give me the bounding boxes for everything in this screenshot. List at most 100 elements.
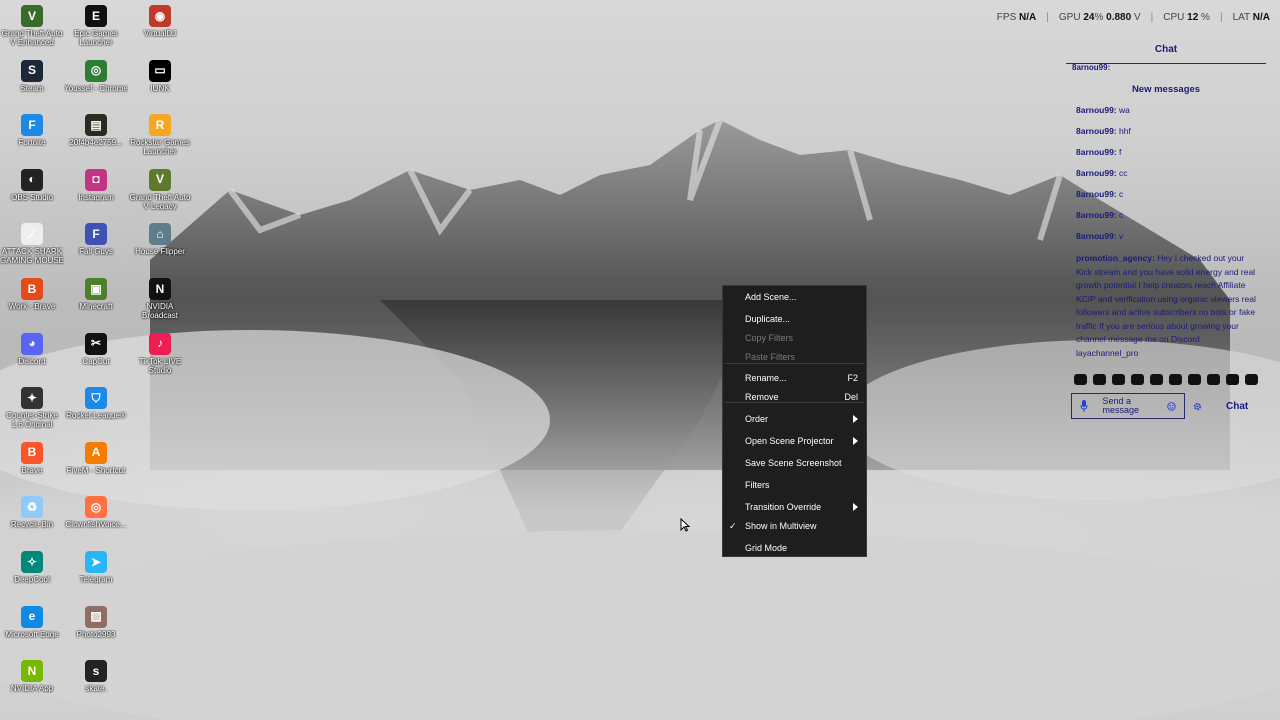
desktop-shortcut-label: Recycle Bin <box>10 520 54 530</box>
desktop-shortcut[interactable]: ➤ Telegram <box>64 551 128 584</box>
menu-item-paste-filters: Paste Filters <box>745 350 858 364</box>
menu-item-filters[interactable]: Filters <box>745 478 858 492</box>
chat-username[interactable]: 8arnou99: <box>1076 147 1117 157</box>
send-message-placeholder: Send a message <box>1102 396 1140 415</box>
desktop-shortcut-label: Minecraft <box>79 302 113 311</box>
desktop-shortcut[interactable]: F Fall Guys <box>64 223 128 256</box>
menu-item-transition-override[interactable]: Transition Override <box>745 500 858 514</box>
desktop-shortcut[interactable]: N NVIDIA App <box>0 660 64 693</box>
desktop-shortcut[interactable]: ✂ CapCut <box>64 332 128 366</box>
menu-item-duplicate[interactable]: Duplicate... <box>745 312 858 326</box>
capcut-icon: ✂ <box>85 332 107 355</box>
desktop-shortcut[interactable]: V Grand Theft Auto V Legacy <box>128 168 192 211</box>
menu-item-grid-mode[interactable]: Grid Mode <box>745 541 858 555</box>
desktop-shortcut-label: Youssef - Chrome <box>64 83 128 93</box>
emote-icon[interactable] <box>1131 374 1144 385</box>
menu-item-open-scene-projector[interactable]: Open Scene Projector <box>745 434 858 448</box>
desktop-shortcut[interactable]: A FiveM - Shortcut <box>64 441 128 475</box>
desktop-shortcut-label: NVIDIA Broadcast <box>141 302 179 320</box>
desktop-shortcut-label: NVIDIA App <box>10 684 54 694</box>
desktop-shortcut[interactable]: ◘ Instagram <box>64 168 128 202</box>
microphone-icon[interactable] <box>1080 400 1088 412</box>
fortnite-icon: F <box>21 114 43 137</box>
desktop-shortcut-label: House Flipper <box>135 247 185 257</box>
desktop-shortcut-label: ATTACK SHARK GAMING MOUSE <box>0 247 64 266</box>
emote-icon[interactable] <box>1112 374 1125 385</box>
desktop-shortcut[interactable]: ✦ Counter-Strike 1.6 Original <box>0 387 64 429</box>
desktop-shortcut[interactable]: ♪ TikTok LIVE Studio <box>128 332 192 375</box>
checkmark-icon: ✓ <box>729 520 737 531</box>
chat-username[interactable]: 8arnou99: <box>1076 231 1117 241</box>
desktop-shortcut[interactable]: e Microsoft Edge <box>0 605 64 639</box>
desktop-shortcut[interactable]: F Fortnite <box>0 114 64 147</box>
desktop-shortcut[interactable]: ◕ Discord <box>0 332 64 366</box>
emote-icon[interactable] <box>1207 374 1220 385</box>
menu-item-add-scene[interactable]: Add Scene... <box>745 290 858 304</box>
desktop-shortcut-label: 20f4b4e2759... <box>69 138 123 148</box>
emote-icon[interactable] <box>1093 374 1106 385</box>
chat-username[interactable]: 8arnou99: <box>1076 126 1117 136</box>
chat-username[interactable]: 8arnou99: <box>1076 189 1117 199</box>
menu-item-label: Add Scene... <box>745 292 797 302</box>
send-message-input[interactable]: Send a message <box>1071 393 1185 419</box>
chat-username[interactable]: promotion_agency: <box>1076 253 1155 263</box>
desktop-shortcut[interactable]: ◉ VirtualDJ <box>128 5 192 38</box>
chat-message: 8arnou99: c <box>1076 210 1266 221</box>
desktop-shortcut[interactable]: ▣ Minecraft <box>64 278 128 311</box>
menu-item-remove[interactable]: Remove Del <box>745 390 858 404</box>
desktop-shortcut[interactable]: ⌂ House Flipper <box>128 223 192 256</box>
emoji-icon[interactable] <box>1167 401 1176 411</box>
fall-guys-icon: F <box>85 223 107 246</box>
gta-icon: V <box>21 5 43 27</box>
menu-item-rename[interactable]: Rename... F2 <box>745 371 858 385</box>
chat-username[interactable]: 8arnou99: <box>1076 168 1117 178</box>
desktop-shortcut[interactable]: ◎ Youssef - Chrome <box>64 59 128 93</box>
menu-item-order[interactable]: Order <box>745 412 858 426</box>
desktop-shortcut[interactable]: B Brave <box>0 441 64 475</box>
nvidia-app-icon: N <box>21 660 43 683</box>
emote-icon[interactable] <box>1188 374 1201 385</box>
chat-message-text: f <box>1119 147 1122 157</box>
desktop-shortcut[interactable]: ✧ DeepCool <box>0 551 64 584</box>
chat-send-button[interactable]: Chat <box>1226 401 1248 412</box>
desktop-shortcut[interactable]: s skate. <box>64 660 128 693</box>
desktop-shortcut[interactable]: R Rockstar Games Launcher <box>128 114 192 156</box>
settings-gear-icon[interactable] <box>1193 402 1202 411</box>
desktop-shortcut[interactable]: ▨ Photo2993 <box>64 605 128 639</box>
instagram-icon: ◘ <box>85 168 107 191</box>
desktop-shortcut[interactable]: S Steam <box>0 59 64 93</box>
chat-message-text: c <box>1119 189 1124 199</box>
desktop-shortcut[interactable]: ♻ Recycle Bin <box>0 496 64 529</box>
emote-icon[interactable] <box>1226 374 1239 385</box>
chat-panel: Chat 8arnou99: New messages 8arnou99: wa… <box>1066 40 1266 440</box>
desktop-shortcut-label: skate. <box>85 684 107 694</box>
desktop-shortcut-label: Brave <box>21 465 43 475</box>
desktop-shortcut[interactable]: ⛉ Rocket League® <box>64 387 128 420</box>
desktop-shortcut-label: DeepCool <box>14 575 50 584</box>
desktop-shortcut[interactable]: ◐ OBS Studio <box>0 168 64 202</box>
emote-icon[interactable] <box>1150 374 1163 385</box>
emote-icon[interactable] <box>1245 374 1258 385</box>
chat-username[interactable]: 8arnou99: <box>1076 105 1117 115</box>
chat-message: 8arnou99: c <box>1076 189 1266 200</box>
new-messages-label[interactable]: New messages <box>1066 84 1266 95</box>
recycle-bin-icon: ♻ <box>21 496 43 519</box>
menu-item-show-in-multiview[interactable]: ✓ Show in Multiview <box>729 519 858 533</box>
desktop-shortcut[interactable]: ▭ IUNK <box>128 59 192 93</box>
menu-item-save-scene-screenshot[interactable]: Save Scene Screenshot <box>745 456 858 470</box>
desktop-shortcut[interactable]: ◎ ClownfishVoice... <box>64 496 128 529</box>
desktop-shortcut[interactable]: N NVIDIA Broadcast <box>128 278 192 320</box>
desktop-shortcut[interactable]: E Epic Games Launcher <box>64 5 128 47</box>
desktop-shortcut[interactable]: B Work - Brave <box>0 278 64 311</box>
desktop-shortcut[interactable]: V Grand Theft Auto V Enhanced <box>0 5 64 47</box>
tiktok-icon: ♪ <box>149 332 171 355</box>
skate-icon: s <box>85 660 107 683</box>
menu-item-label: Order <box>745 414 769 424</box>
emote-icon[interactable] <box>1169 374 1182 385</box>
chat-message-text: c <box>1119 210 1124 220</box>
desktop-shortcut[interactable]: ▤ 20f4b4e2759... <box>64 114 128 147</box>
menu-item-label: Save Scene Screenshot <box>745 458 842 468</box>
chat-username[interactable]: 8arnou99: <box>1076 210 1117 220</box>
desktop-shortcut[interactable]: ⟋ ATTACK SHARK GAMING MOUSE <box>0 223 64 265</box>
emote-icon[interactable] <box>1074 374 1087 385</box>
